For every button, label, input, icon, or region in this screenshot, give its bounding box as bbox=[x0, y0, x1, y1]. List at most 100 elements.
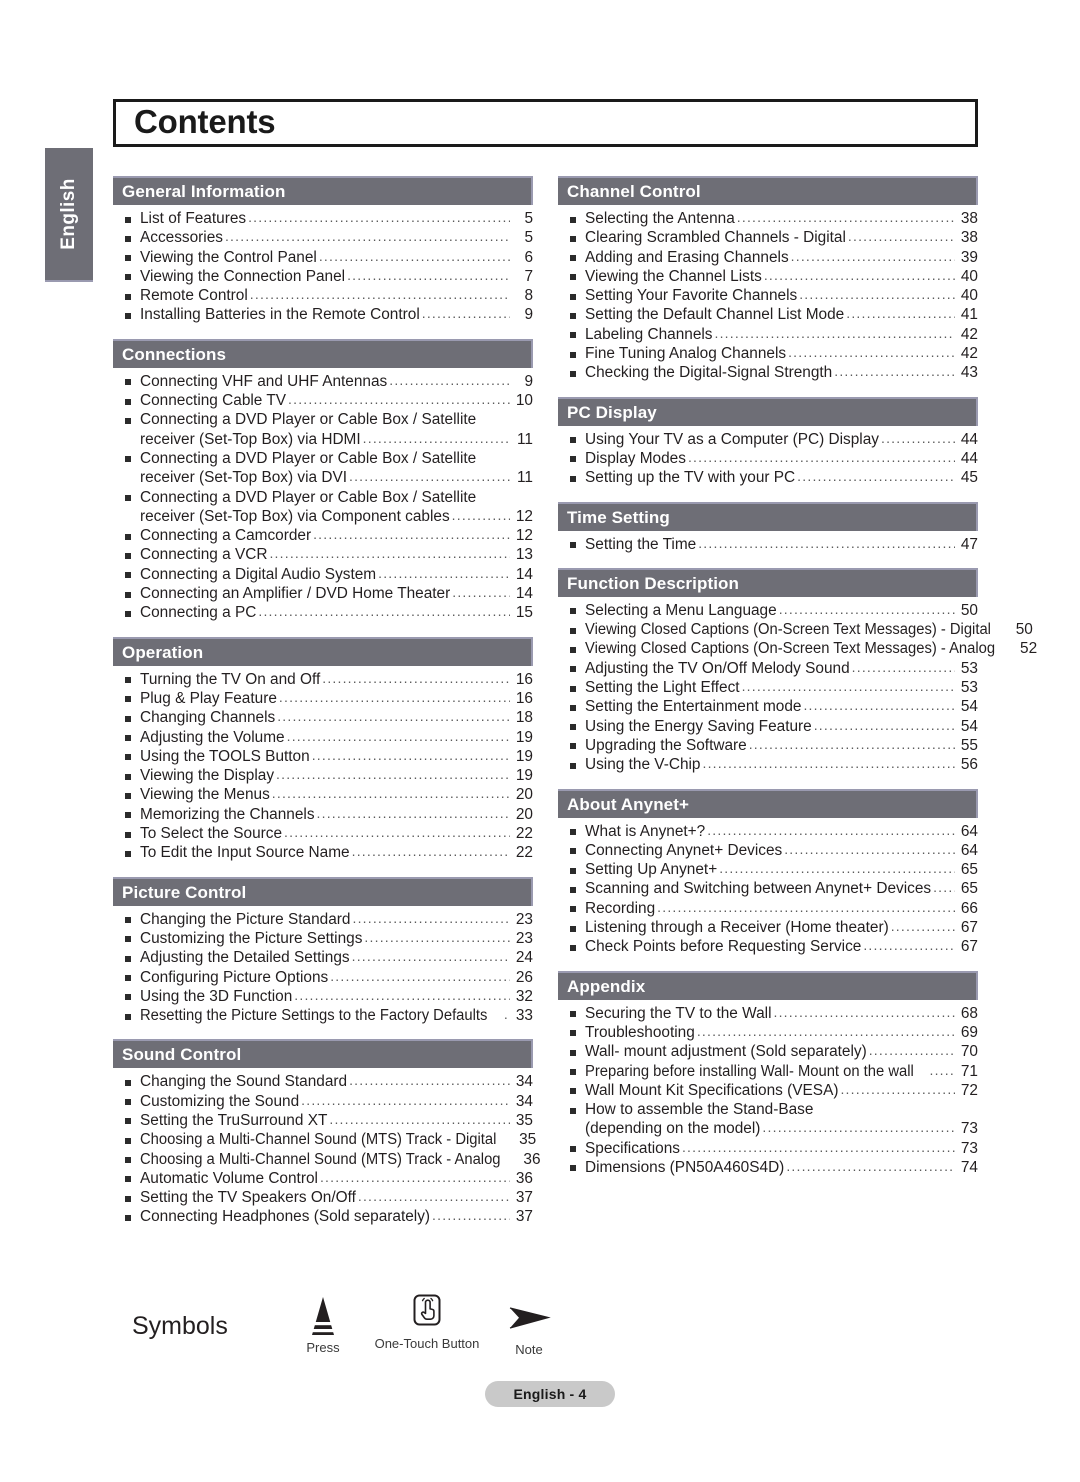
toc-entry[interactable]: Viewing the Channel Lists...............… bbox=[558, 267, 978, 286]
toc-leader-dots: ........................................… bbox=[348, 468, 510, 485]
toc-entry-page: 53 bbox=[960, 659, 978, 677]
toc-entry[interactable]: Recording...............................… bbox=[558, 899, 978, 918]
toc-leader-dots: ........................................… bbox=[762, 1119, 955, 1136]
toc-entry[interactable]: Adjusting the Detailed Settings.........… bbox=[113, 948, 533, 967]
toc-entry[interactable]: Changing the Sound Standard.............… bbox=[113, 1072, 533, 1091]
toc-entry[interactable]: Turning the TV On and Off...............… bbox=[113, 670, 533, 689]
toc-entry-page: 41 bbox=[960, 306, 978, 324]
toc-entry[interactable]: Viewing the Control Panel...............… bbox=[113, 248, 533, 267]
toc-entry[interactable]: Memorizing the Channels.................… bbox=[113, 805, 533, 824]
toc-entry[interactable]: Connecting a Camcorder..................… bbox=[113, 526, 533, 545]
toc-entry[interactable]: Connecting a Digital Audio System.......… bbox=[113, 565, 533, 584]
toc-entry[interactable]: Adjusting the Volume....................… bbox=[113, 728, 533, 747]
toc-entry-page: 40 bbox=[960, 267, 978, 285]
toc-entry[interactable]: Changing Channels.......................… bbox=[113, 708, 533, 727]
toc-entry[interactable]: Clearing Scrambled Channels - Digital...… bbox=[558, 228, 978, 247]
toc-entry[interactable]: Resetting the Picture Settings to the Fa… bbox=[113, 1006, 533, 1025]
toc-entry[interactable]: Customizing the Sound...................… bbox=[113, 1092, 533, 1111]
toc-entry[interactable]: Setting Your Favorite Channels..........… bbox=[558, 286, 978, 305]
toc-entry[interactable]: Setting the Light Effect................… bbox=[558, 678, 978, 697]
toc-entry-label: Viewing Closed Captions (On-Screen Text … bbox=[585, 640, 996, 658]
toc-entry[interactable]: Troubleshooting.........................… bbox=[558, 1023, 978, 1042]
toc-entry-label: Automatic Volume Control bbox=[140, 1169, 318, 1187]
toc-leader-dots: ........................................… bbox=[288, 391, 510, 408]
toc-entry[interactable]: Remote Control..........................… bbox=[113, 286, 533, 305]
toc-entry-page: 73 bbox=[960, 1120, 978, 1138]
toc-entry[interactable]: Viewing the Connection Panel............… bbox=[113, 267, 533, 286]
toc-entry[interactable]: Specifications..........................… bbox=[558, 1139, 978, 1158]
toc-entry[interactable]: (depending on the model)................… bbox=[558, 1119, 978, 1138]
toc-entry[interactable]: Viewing the Menus.......................… bbox=[113, 785, 533, 804]
toc-entry[interactable]: Adding and Erasing Channels.............… bbox=[558, 248, 978, 267]
toc-entry[interactable]: Using Your TV as a Computer (PC) Display… bbox=[558, 430, 978, 449]
toc-entry[interactable]: Selecting the Antenna...................… bbox=[558, 209, 978, 228]
toc-entry[interactable]: Preparing before installing Wall- Mount … bbox=[558, 1062, 978, 1081]
toc-entry[interactable]: Using the 3D Function...................… bbox=[113, 987, 533, 1006]
toc-entry[interactable]: Fine Tuning Analog Channels.............… bbox=[558, 344, 978, 363]
toc-entry[interactable]: How to assemble the Stand-Base bbox=[558, 1100, 978, 1119]
toc-entry[interactable]: Adjusting the TV On/Off Melody Sound....… bbox=[558, 659, 978, 678]
toc-entry[interactable]: receiver (Set-Top Box) via HDMI.........… bbox=[113, 430, 533, 449]
toc-entry[interactable]: Connecting a PC.........................… bbox=[113, 603, 533, 622]
toc-entry[interactable]: Connecting Cable TV.....................… bbox=[113, 391, 533, 410]
toc-entry[interactable]: Check Points before Requesting Service..… bbox=[558, 937, 978, 956]
toc-entry[interactable]: Scanning and Switching between Anynet+ D… bbox=[558, 879, 978, 898]
toc-entry[interactable]: Upgrading the Software..................… bbox=[558, 736, 978, 755]
toc-entry-list: Using Your TV as a Computer (PC) Display… bbox=[558, 430, 978, 488]
toc-entry[interactable]: Listening through a Receiver (Home theat… bbox=[558, 918, 978, 937]
toc-entry[interactable]: Dimensions (PN50A460S4D)................… bbox=[558, 1158, 978, 1177]
symbol-press: Press bbox=[268, 1296, 378, 1356]
toc-entry[interactable]: Viewing the Display.....................… bbox=[113, 766, 533, 785]
symbol-note-caption: Note bbox=[515, 1342, 543, 1357]
toc-entry[interactable]: To Select the Source....................… bbox=[113, 824, 533, 843]
toc-entry[interactable]: Choosing a Multi-Channel Sound (MTS) Tra… bbox=[113, 1130, 536, 1149]
toc-entry[interactable]: Securing the TV to the Wall.............… bbox=[558, 1004, 978, 1023]
toc-entry[interactable]: To Edit the Input Source Name...........… bbox=[113, 843, 533, 862]
toc-leader-dots: ........................................… bbox=[351, 843, 510, 860]
toc-entry[interactable]: Setting the Entertainment mode..........… bbox=[558, 697, 978, 716]
toc-entry[interactable]: Using the Energy Saving Feature.........… bbox=[558, 717, 978, 736]
toc-entry[interactable]: Connecting a DVD Player or Cable Box / S… bbox=[113, 449, 533, 468]
toc-entry-label: Setting Your Favorite Channels bbox=[585, 287, 798, 305]
toc-entry[interactable]: Checking the Digital-Signal Strength....… bbox=[558, 363, 978, 382]
toc-section: Channel Control Selecting the Antenna....… bbox=[558, 176, 978, 383]
toc-entry[interactable]: Connecting an Amplifier / DVD Home Theat… bbox=[113, 584, 533, 603]
toc-entry[interactable]: Choosing a Multi-Channel Sound (MTS) Tra… bbox=[113, 1150, 541, 1169]
toc-entry-page: 6 bbox=[524, 248, 533, 266]
toc-entry[interactable]: Wall- mount adjustment (Sold separately)… bbox=[558, 1042, 978, 1061]
toc-leader-dots: ........................................… bbox=[362, 429, 510, 446]
toc-entry[interactable]: Connecting VHF and UHF Antennas.........… bbox=[113, 372, 533, 391]
toc-entry-label: To Select the Source bbox=[140, 825, 283, 843]
toc-entry[interactable]: receiver (Set-Top Box) via Component cab… bbox=[113, 507, 533, 526]
toc-entry[interactable]: Connecting Anynet+ Devices..............… bbox=[558, 841, 978, 860]
toc-entry[interactable]: List of Features........................… bbox=[113, 209, 533, 228]
toc-entry[interactable]: Using the V-Chip........................… bbox=[558, 755, 978, 774]
toc-entry[interactable]: receiver (Set-Top Box) via DVI..........… bbox=[113, 468, 533, 487]
toc-entry[interactable]: Connecting Headphones (Sold separately).… bbox=[113, 1207, 533, 1226]
toc-entry[interactable]: Customizing the Picture Settings........… bbox=[113, 929, 533, 948]
toc-entry[interactable]: Labeling Channels.......................… bbox=[558, 325, 978, 344]
toc-entry[interactable]: Plug & Play Feature.....................… bbox=[113, 689, 533, 708]
toc-entry[interactable]: Configuring Picture Options.............… bbox=[113, 968, 533, 987]
toc-entry[interactable]: Wall Mount Kit Specifications (VESA)....… bbox=[558, 1081, 978, 1100]
toc-entry[interactable]: Installing Batteries in the Remote Contr… bbox=[113, 305, 533, 324]
toc-entry[interactable]: Viewing Closed Captions (On-Screen Text … bbox=[558, 620, 1033, 639]
toc-entry[interactable]: Setting the Default Channel List Mode...… bbox=[558, 305, 978, 324]
toc-entry[interactable]: Connecting a VCR........................… bbox=[113, 545, 533, 564]
toc-entry[interactable]: Setting the TV Speakers On/Off..........… bbox=[113, 1188, 533, 1207]
toc-entry[interactable]: Connecting a DVD Player or Cable Box / S… bbox=[113, 410, 533, 429]
toc-entry[interactable]: What is Anynet+?........................… bbox=[558, 822, 978, 841]
toc-entry[interactable]: Setting Up Anynet+......................… bbox=[558, 860, 978, 879]
toc-entry[interactable]: Changing the Picture Standard...........… bbox=[113, 910, 533, 929]
toc-entry[interactable]: Display Modes...........................… bbox=[558, 449, 978, 468]
toc-entry[interactable]: Setting up the TV with your PC..........… bbox=[558, 468, 978, 487]
toc-entry[interactable]: Connecting a DVD Player or Cable Box / S… bbox=[113, 488, 533, 507]
toc-entry[interactable]: Selecting a Menu Language...............… bbox=[558, 601, 978, 620]
toc-entry[interactable]: Accessories.............................… bbox=[113, 228, 533, 247]
toc-leader-dots: ........................................… bbox=[773, 1003, 956, 1020]
toc-entry[interactable]: Setting the Time........................… bbox=[558, 535, 978, 554]
toc-entry[interactable]: Viewing Closed Captions (On-Screen Text … bbox=[558, 639, 1037, 658]
toc-entry[interactable]: Automatic Volume Control................… bbox=[113, 1169, 533, 1188]
toc-entry[interactable]: Setting the TruSurround XT..............… bbox=[113, 1111, 533, 1130]
toc-entry[interactable]: Using the TOOLS Button..................… bbox=[113, 747, 533, 766]
